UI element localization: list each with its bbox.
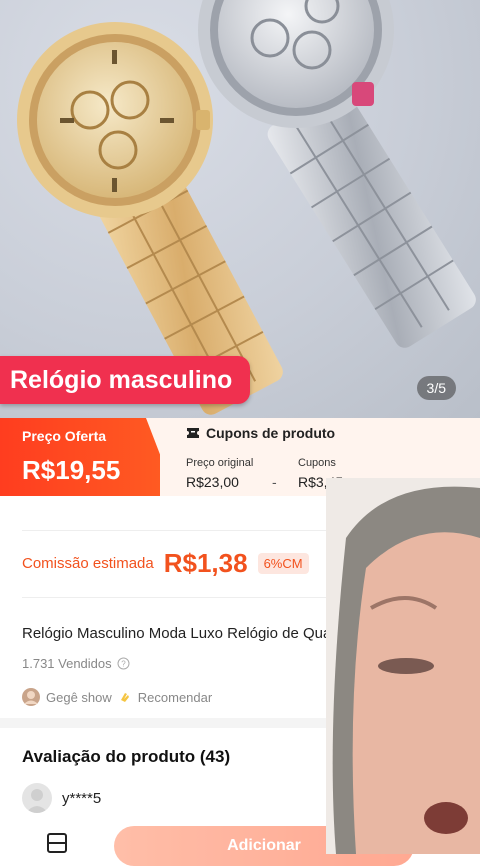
presenter-video-overlay[interactable] <box>326 478 480 854</box>
offer-label: Preço Oferta <box>22 428 107 444</box>
reviewer-name: y****5 <box>62 789 102 807</box>
product-image-carousel[interactable]: Relógio masculino 3/5 <box>0 0 480 418</box>
presenter-face <box>326 478 480 854</box>
recommend-label: Recomendar <box>137 689 213 705</box>
sold-count-text: 1.731 Vendidos <box>22 656 112 671</box>
seller-recommend-row[interactable]: Gegê show Recomendar <box>22 688 212 706</box>
commission-value: R$1,38 <box>163 548 248 578</box>
info-icon[interactable]: ? <box>117 657 130 670</box>
svg-text:?: ? <box>121 660 126 669</box>
commission-badge: 6%CM <box>257 553 309 574</box>
coupon-icon <box>187 428 199 438</box>
image-counter: 3/5 <box>416 376 456 400</box>
commission-row: Comissão estimada R$1,38 6%CM <box>22 548 309 579</box>
seller-avatar-icon <box>22 688 40 706</box>
offer-price: R$19,55 <box>22 455 121 485</box>
price-separator: - <box>272 474 277 490</box>
coupons-header[interactable]: Cupons de produto <box>186 425 335 441</box>
seller-name: Gegê show <box>46 689 112 705</box>
sold-count: 1.731 Vendidos ? <box>22 656 130 671</box>
coupons-header-label: Cupons de produto <box>206 425 336 441</box>
store-icon[interactable] <box>46 832 68 854</box>
product-title-tag: Relógio masculino <box>0 356 251 404</box>
user-avatar-icon <box>22 783 52 813</box>
original-price-value: R$23,00 <box>186 474 239 490</box>
original-price-label: Preço original <box>186 457 254 469</box>
coupons-label: Cupons <box>298 457 336 469</box>
clap-icon <box>120 693 129 702</box>
commission-label: Comissão estimada <box>22 555 154 572</box>
reviews-title[interactable]: Avaliação do produto (43) <box>22 747 230 767</box>
review-item: y****5 <box>22 783 101 813</box>
